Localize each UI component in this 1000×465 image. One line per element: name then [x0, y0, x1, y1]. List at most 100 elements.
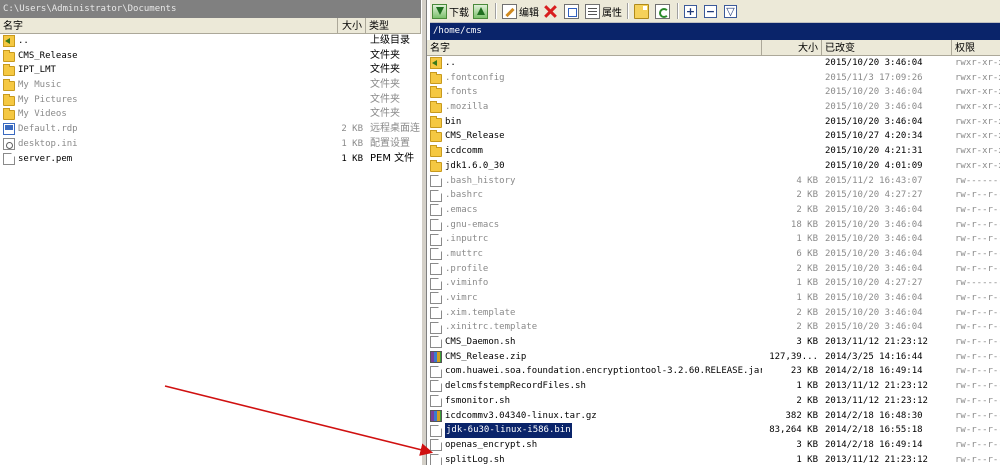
local-column-size[interactable]: 大小	[338, 18, 366, 33]
remote-file-name: .vimrc	[445, 293, 478, 303]
remote-file-name: .profile	[445, 263, 489, 274]
remote-column-perms[interactable]: 权限	[952, 40, 1000, 55]
local-column-type[interactable]: 类型	[366, 18, 421, 33]
remote-file-row[interactable]: .bashrc 2 KB 2015/10/20 4:27:27 rw-r--r--	[427, 188, 1000, 203]
remote-file-row[interactable]: splitLog.sh 1 KB 2013/11/12 21:23:12 rw-r--…	[427, 453, 1000, 465]
local-file-row[interactable]: My Pictures 文件夹	[0, 93, 421, 108]
local-path-text: C:\Users\Administrator\Documents	[3, 4, 177, 14]
remote-file-name: .bashrc	[445, 190, 483, 201]
delete-button[interactable]	[541, 1, 562, 21]
local-file-row[interactable]: IPT_LMT 文件夹	[0, 63, 421, 78]
remote-file-perms: rwxr-xr-x	[955, 102, 1000, 113]
remote-file-row[interactable]: .inputrc 1 KB 2015/10/20 3:46:04 rw-r--r--	[427, 232, 1000, 247]
remote-file-row[interactable]: .muttrc 6 KB 2015/10/20 3:46:04 rw-r--r--	[427, 247, 1000, 262]
local-path-bar[interactable]: C:\Users\Administrator\Documents	[0, 0, 421, 18]
remote-column-size[interactable]: 大小	[762, 40, 822, 55]
remote-file-row[interactable]: .viminfo 1 KB 2015/10/20 4:27:27 rw-------	[427, 276, 1000, 291]
remote-file-row[interactable]: jdk1.6.0_30 2015/10/20 4:01:09 rwxr-xr-x	[427, 159, 1000, 174]
remote-file-row[interactable]: icdcommv3.04340-linux.tar.gz 382 KB 2014/2…	[427, 409, 1000, 424]
remote-file-row[interactable]: com.huawei.soa.foundation.encryptiontool…	[427, 364, 1000, 379]
remote-file-row[interactable]: .vimrc 1 KB 2015/10/20 3:46:04 rw-r--r--	[427, 291, 1000, 306]
remote-file-row[interactable]: .fontconfig 2015/11/3 17:09:26 rwxr-xr-x	[427, 71, 1000, 86]
remote-file-name: CMS_Daemon.sh	[445, 337, 516, 348]
upload-icon	[473, 3, 488, 19]
local-file-row[interactable]: CMS_Release 文件夹	[0, 49, 421, 64]
file-icon	[430, 453, 442, 465]
remote-file-row[interactable]: .gnu-emacs 18 KB 2015/10/20 3:46:04 rw-r--r…	[427, 218, 1000, 233]
remote-file-perms: rw-r--r--	[955, 322, 1000, 333]
remote-file-name: .xim.template	[445, 307, 516, 318]
download-label: 下载	[449, 7, 469, 19]
upload-button[interactable]	[471, 1, 492, 21]
remote-file-row[interactable]: .bash_history 4 KB 2015/11/2 16:43:07 rw---…	[427, 174, 1000, 189]
local-file-name-cell: IPT_LMT	[0, 63, 338, 78]
local-file-type: 上级目录	[370, 35, 410, 46]
remote-file-size	[762, 115, 818, 130]
remote-file-row[interactable]: bin 2015/10/20 3:46:04 rwxr-xr-x	[427, 115, 1000, 130]
collapse-button[interactable]: −	[702, 1, 722, 21]
new-folder-button[interactable]	[632, 1, 653, 21]
remote-file-row[interactable]: jdk-6u30-linux-i586.bin 83,264 KB 2014/2/1…	[427, 423, 1000, 438]
rdp-icon	[3, 123, 15, 136]
local-file-name-cell: CMS_Release	[0, 49, 338, 64]
filter-icon: ▽	[724, 4, 737, 18]
remote-file-pane[interactable]: 下载 编辑 属性 + − ▽ /home/cms 名字 大小 已改变 权限 ..…	[427, 0, 1000, 465]
remote-file-row[interactable]: .xim.template 2 KB 2015/10/20 3:46:04 rw-r-…	[427, 306, 1000, 321]
local-file-row[interactable]: desktop.ini 1 KB 配置设置	[0, 137, 421, 152]
remote-file-row[interactable]: .xinitrc.template 2 KB 2015/10/20 3:46:04 r…	[427, 320, 1000, 335]
remote-file-name-cell: .profile	[427, 262, 762, 277]
remote-file-perms: rw-r--r--	[955, 381, 1000, 392]
minus-icon: −	[704, 4, 717, 18]
remote-file-row[interactable]: CMS_Daemon.sh 3 KB 2013/11/12 21:23:12 rw-r…	[427, 335, 1000, 350]
remote-file-row[interactable]: openas_encrypt.sh 3 KB 2014/2/18 16:49:14 r…	[427, 438, 1000, 453]
local-file-row[interactable]: .. 上级目录	[0, 34, 421, 49]
file-icon	[430, 248, 442, 261]
remote-file-row[interactable]: delcmsfstempRecordFiles.sh 1 KB 2013/11/12…	[427, 379, 1000, 394]
local-file-row[interactable]: server.pem 1 KB PEM 文件	[0, 152, 421, 167]
download-button[interactable]: 下载	[430, 1, 471, 21]
local-file-size	[338, 78, 363, 93]
properties-button[interactable]: 属性	[583, 1, 624, 21]
local-file-row[interactable]: My Music 文件夹	[0, 78, 421, 93]
remote-column-name-label: 名字	[430, 43, 450, 54]
remote-file-perms: rw-------	[955, 175, 1000, 186]
local-file-pane[interactable]: C:\Users\Administrator\Documents 名字 大小 类…	[0, 0, 422, 465]
remote-path-bar[interactable]: /home/cms	[430, 22, 1000, 40]
filter-button[interactable]: ▽	[722, 1, 742, 21]
expand-button[interactable]: +	[682, 1, 702, 21]
remote-column-modified[interactable]: 已改变	[822, 40, 952, 55]
remote-file-modified: 2015/11/3 17:09:26	[825, 72, 923, 83]
remote-file-modified: 2015/10/20 3:46:04	[825, 307, 923, 318]
remote-file-row[interactable]: icdcomm 2015/10/20 4:21:31 rwxr-xr-x	[427, 144, 1000, 159]
remote-file-row[interactable]: CMS_Release 2015/10/27 4:20:34 rwxr-xr-x	[427, 129, 1000, 144]
remote-file-name-cell: delcmsfstempRecordFiles.sh	[427, 379, 762, 394]
remote-file-modified: 2015/10/27 4:20:34	[825, 131, 923, 142]
remote-file-row[interactable]: .. 2015/10/20 3:46:04 rwxr-xr-x	[427, 56, 1000, 71]
remote-file-modified: 2015/10/20 3:46:04	[825, 116, 923, 127]
folder-icon	[430, 115, 442, 128]
remote-file-name: com.huawei.soa.foundation.encryptiontool…	[445, 366, 762, 377]
local-file-name: My Music	[18, 80, 62, 91]
local-file-row[interactable]: Default.rdp 2 KB 远程桌面连	[0, 122, 421, 137]
remote-file-size: 1 KB	[796, 454, 818, 465]
rename-button[interactable]	[562, 1, 583, 21]
remote-file-size	[762, 71, 818, 86]
local-file-name-cell: My Videos	[0, 107, 338, 122]
remote-file-row[interactable]: .profile 2 KB 2015/10/20 3:46:04 rw-r--r--	[427, 262, 1000, 277]
remote-file-row[interactable]: .emacs 2 KB 2015/10/20 3:46:04 rw-r--r--	[427, 203, 1000, 218]
refresh-button[interactable]	[653, 1, 674, 21]
remote-file-row[interactable]: fsmonitor.sh 2 KB 2013/11/12 21:23:12 rw-r-…	[427, 394, 1000, 409]
remote-file-name-cell: ..	[427, 56, 762, 71]
remote-file-row[interactable]: CMS_Release.zip 127,39... 2014/3/25 14:16:…	[427, 350, 1000, 365]
remote-file-perms: rwxr-xr-x	[955, 87, 1000, 98]
local-file-size	[338, 93, 363, 108]
remote-file-size: 4 KB	[796, 175, 818, 186]
local-file-row[interactable]: My Videos 文件夹	[0, 107, 421, 122]
remote-file-row[interactable]: .fonts 2015/10/20 3:46:04 rwxr-xr-x	[427, 85, 1000, 100]
remote-column-name[interactable]: 名字	[427, 40, 762, 55]
local-column-name[interactable]: 名字	[0, 18, 338, 33]
local-file-type: 文件夹	[370, 79, 400, 91]
remote-file-row[interactable]: .mozilla 2015/10/20 3:46:04 rwxr-xr-x	[427, 100, 1000, 115]
local-file-name-cell: Default.rdp	[0, 122, 338, 137]
edit-button[interactable]: 编辑	[500, 1, 541, 21]
